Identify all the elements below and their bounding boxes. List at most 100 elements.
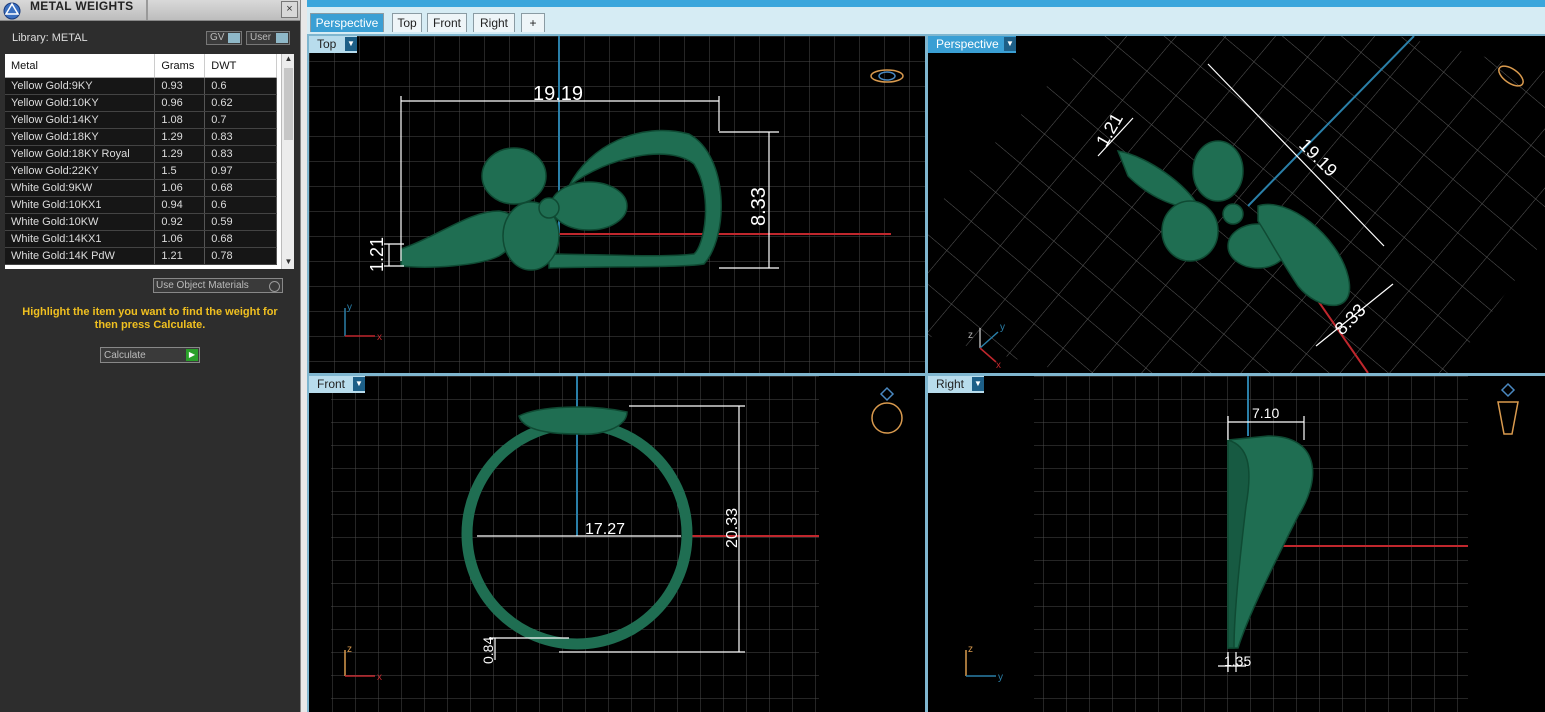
dim-width-label: 19.19 <box>533 83 583 105</box>
viewport-perspective[interactable]: 19.19 8.33 1.21 z y x Perspective ▼ <box>928 36 1545 373</box>
close-button[interactable]: × <box>281 1 298 18</box>
cell-metal: Yellow Gold:10KY <box>5 94 156 112</box>
command-bar <box>307 0 1545 7</box>
table-row[interactable]: Yellow Gold:18KY Royal 1.29 0.83 <box>5 145 277 163</box>
dim-height-label: 8.33 <box>748 187 770 226</box>
cell-metal: Yellow Gold:14KY <box>5 111 156 129</box>
table-row[interactable]: Yellow Gold:22KY 1.5 0.97 <box>5 162 277 180</box>
cell-grams: 0.93 <box>154 77 206 95</box>
column-header-dwt[interactable]: DWT <box>204 54 277 78</box>
viewport-label-top[interactable]: Top ▼ <box>309 36 357 53</box>
use-object-materials-toggle[interactable]: Use Object Materials <box>153 278 283 293</box>
cell-metal: Yellow Gold:18KY <box>5 128 156 146</box>
axis-x-label: x <box>377 672 382 683</box>
viewport-title: Right <box>936 377 965 391</box>
cell-metal: Yellow Gold:9KY <box>5 77 156 95</box>
use-object-materials-label: Use Object Materials <box>156 280 249 291</box>
dropdown-icon[interactable]: ▼ <box>345 37 357 51</box>
cell-grams: 0.96 <box>154 94 206 112</box>
play-icon: ▶ <box>186 349 198 361</box>
user-toggle[interactable]: User <box>246 31 290 45</box>
cell-metal: White Gold:14K PdW <box>5 247 156 265</box>
dim-width-label: 17.27 <box>585 521 625 538</box>
metal-weights-panel: METAL WEIGHTS × Library: METAL GV User M… <box>0 0 300 712</box>
instruction-text: Highlight the item you want to find the … <box>22 306 278 331</box>
ring-front-thumbnail-icon <box>871 386 903 434</box>
dim-thickness-label: 1.21 <box>367 237 387 272</box>
dropdown-icon[interactable]: ▼ <box>353 377 365 391</box>
axis-y-label: y <box>1000 322 1005 333</box>
dim-width-label: 7.10 <box>1252 405 1279 421</box>
dim-thickness-label: 1.35 <box>1224 653 1251 669</box>
table-row[interactable]: White Gold:10KW 0.92 0.59 <box>5 213 277 231</box>
top-view-canvas: 19.19 8.33 1.21 y x <box>309 36 925 373</box>
scroll-up-icon[interactable]: ▲ <box>282 54 294 66</box>
cell-dwt: 0.78 <box>204 247 277 265</box>
cell-metal: Yellow Gold:22KY <box>5 162 156 180</box>
axis-z-label: z <box>968 330 973 341</box>
scroll-thumb[interactable] <box>284 68 293 140</box>
scroll-down-icon[interactable]: ▼ <box>282 257 294 269</box>
column-header-grams[interactable]: Grams <box>154 54 206 78</box>
axis-z-label: z <box>968 644 973 655</box>
table-header-row: Metal Grams DWT <box>5 54 277 78</box>
gv-toggle[interactable]: GV <box>206 31 242 45</box>
cell-grams: 1.06 <box>154 179 206 197</box>
gv-toggle-label: GV <box>210 32 225 43</box>
dropdown-icon[interactable]: ▼ <box>1004 37 1016 51</box>
cell-grams: 1.21 <box>154 247 206 265</box>
tab-top[interactable]: Top <box>392 13 422 32</box>
table-scrollbar[interactable]: ▲ ▼ <box>281 54 294 269</box>
viewport-title: Top <box>317 37 337 51</box>
viewport-label-right[interactable]: Right ▼ <box>928 376 984 393</box>
ring-right-thumbnail-icon <box>1497 382 1519 435</box>
axis-gizmo: z y <box>965 644 1003 683</box>
column-header-metal[interactable]: Metal <box>5 54 156 78</box>
viewport-top[interactable]: 19.19 8.33 1.21 y x Top ▼ <box>309 36 925 373</box>
table-row[interactable]: White Gold:14KX1 1.06 0.68 <box>5 230 277 248</box>
axis-z-label: z <box>347 644 352 655</box>
dim-height-label: 20.33 <box>724 508 741 548</box>
table-row[interactable]: Yellow Gold:18KY 1.29 0.83 <box>5 128 277 146</box>
cell-metal: Yellow Gold:18KY Royal <box>5 145 156 163</box>
cell-metal: White Gold:10KX1 <box>5 196 156 214</box>
tab-right[interactable]: Right <box>473 13 515 32</box>
panel-title: METAL WEIGHTS <box>30 0 134 13</box>
panel-titlebar: METAL WEIGHTS × <box>0 0 300 21</box>
axis-y-label: y <box>998 672 1003 683</box>
axis-x-label: x <box>996 360 1001 371</box>
viewport-label-front[interactable]: Front ▼ <box>309 376 365 393</box>
cell-metal: White Gold:9KW <box>5 179 156 197</box>
cell-grams: 0.94 <box>154 196 206 214</box>
calculate-button[interactable]: Calculate ▶ <box>100 347 200 363</box>
table-row[interactable]: White Gold:14K PdW 1.21 0.78 <box>5 247 277 265</box>
cell-grams: 1.29 <box>154 128 206 146</box>
dropdown-icon[interactable]: ▼ <box>972 377 984 391</box>
viewport-title: Front <box>317 377 346 391</box>
table-row[interactable]: Yellow Gold:14KY 1.08 0.7 <box>5 111 277 129</box>
cell-dwt: 0.6 <box>204 196 277 214</box>
metal-table[interactable]: Metal Grams DWT Yellow Gold:9KY 0.93 0.6 Ye… <box>5 54 294 269</box>
cell-metal: White Gold:10KW <box>5 213 156 231</box>
radio-icon <box>269 281 280 292</box>
cell-dwt: 0.7 <box>204 111 277 129</box>
cell-dwt: 0.83 <box>204 145 277 163</box>
library-label: Library: METAL <box>12 32 88 44</box>
viewport-area: Perspective Top Front Right + 19.19 8.33… <box>307 0 1545 712</box>
viewport-front[interactable]: 17.27 20.33 0.84 z x Front ▼ <box>309 376 925 712</box>
right-view-canvas: 7.10 1.35 z y <box>965 376 1519 712</box>
add-tab-button[interactable]: + <box>521 13 545 32</box>
tab-perspective[interactable]: Perspective <box>310 13 384 32</box>
viewport-right[interactable]: 7.10 1.35 z y Right ▼ <box>928 376 1545 712</box>
viewport-label-perspective[interactable]: Perspective ▼ <box>928 36 1016 53</box>
table-row[interactable]: Yellow Gold:9KY 0.93 0.6 <box>5 77 277 95</box>
cell-dwt: 0.6 <box>204 77 277 95</box>
toggle-knob-icon <box>228 33 240 43</box>
table-row[interactable]: Yellow Gold:10KY 0.96 0.62 <box>5 94 277 112</box>
table-row[interactable]: White Gold:9KW 1.06 0.68 <box>5 179 277 197</box>
perspective-view-canvas: 19.19 8.33 1.21 z y x <box>928 36 1545 373</box>
cell-grams: 1.08 <box>154 111 206 129</box>
viewport-title: Perspective <box>936 37 999 51</box>
tab-front[interactable]: Front <box>427 13 467 32</box>
table-row[interactable]: White Gold:10KX1 0.94 0.6 <box>5 196 277 214</box>
